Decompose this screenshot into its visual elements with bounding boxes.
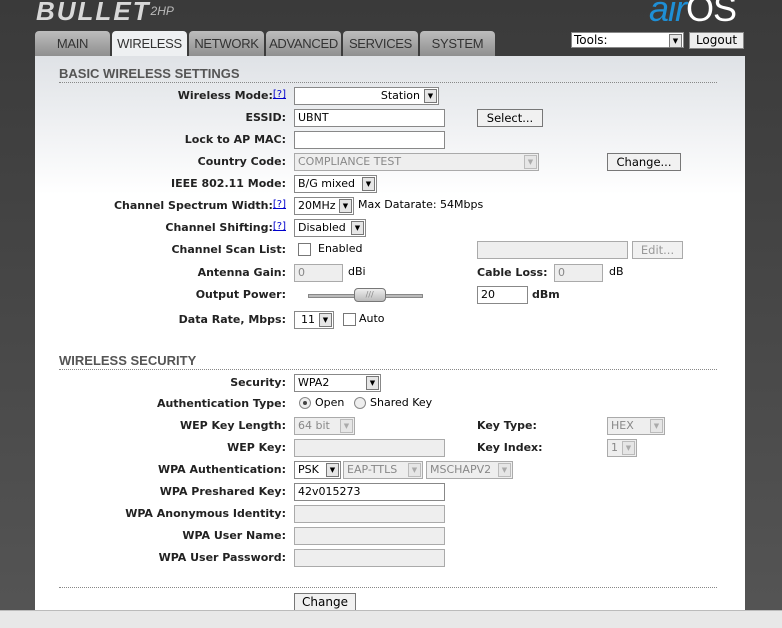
chevron-down-icon: ▼ — [319, 313, 332, 327]
change-country-button[interactable]: Change... — [607, 153, 681, 171]
tab-services[interactable]: SERVICES — [343, 31, 418, 56]
chevron-down-icon: ▼ — [408, 463, 421, 477]
chevron-down-icon: ▼ — [366, 376, 379, 390]
row-wep-length: WEP Key Length: 64 bit ▼ Key Type: HEX ▼ — [35, 417, 745, 435]
logout-button[interactable]: Logout — [689, 32, 744, 49]
row-ieee-mode: IEEE 802.11 Mode: B/G mixed ▼ — [35, 175, 745, 193]
help-link[interactable]: [?] — [273, 199, 286, 210]
wpa-preshared-key-input[interactable]: 42v015273 — [294, 483, 445, 501]
divider — [59, 572, 717, 588]
bullet-logo: BULLET2HP — [36, 0, 174, 26]
wpa-user-name-input[interactable] — [294, 527, 445, 545]
antenna-gain-input[interactable]: 0 — [294, 264, 343, 282]
change-button[interactable]: Change — [294, 593, 356, 611]
chevron-down-icon: ▼ — [524, 155, 537, 169]
key-type-select[interactable]: HEX ▼ — [607, 417, 665, 435]
wep-key-length-select[interactable]: 64 bit ▼ — [294, 417, 355, 435]
country-code-select[interactable]: COMPLIANCE TEST ▼ — [294, 153, 539, 171]
row-psk: WPA Preshared Key: 42v015273 — [35, 483, 745, 501]
ieee-mode-select[interactable]: B/G mixed ▼ — [294, 175, 377, 193]
row-essid: ESSID: UBNT Select... — [35, 109, 745, 127]
row-country: Country Code: COMPLIANCE TEST ▼ Change... — [35, 153, 745, 171]
select-essid-button[interactable]: Select... — [477, 109, 543, 127]
lock-ap-mac-input[interactable] — [294, 131, 445, 149]
auto-rate-checkbox[interactable] — [343, 313, 356, 326]
wpa-auth-select[interactable]: PSK ▼ — [294, 461, 341, 479]
tools-select[interactable]: Tools: ▼ — [571, 32, 684, 48]
wpa-user-password-input[interactable] — [294, 549, 445, 567]
chevron-down-icon: ▼ — [339, 199, 352, 213]
cable-loss-input[interactable]: 0 — [554, 264, 603, 282]
scan-list-checkbox[interactable] — [298, 243, 311, 256]
slider-thumb[interactable]: /// — [353, 288, 386, 302]
key-index-select[interactable]: 1 ▼ — [607, 439, 637, 457]
inner-auth-select[interactable]: MSCHAPV2 ▼ — [426, 461, 513, 479]
max-datarate-text: Max Datarate: 54Mbps — [358, 198, 484, 211]
tab-advanced[interactable]: ADVANCED — [266, 31, 341, 56]
row-wep-key: WEP Key: Key Index: 1 ▼ — [35, 439, 745, 457]
tab-main[interactable]: MAIN — [35, 31, 110, 56]
tab-system[interactable]: SYSTEM — [420, 31, 495, 56]
chevron-down-icon: ▼ — [351, 221, 364, 235]
content-panel: BASIC WIRELESS SETTINGS Wireless Mode:[?… — [35, 56, 745, 611]
chevron-down-icon: ▼ — [669, 34, 682, 48]
chevron-down-icon: ▼ — [650, 419, 663, 433]
help-link[interactable]: [?] — [273, 221, 286, 232]
chevron-down-icon: ▼ — [362, 177, 375, 191]
anonymous-identity-input[interactable] — [294, 505, 445, 523]
status-bar — [0, 610, 782, 628]
wireless-mode-select[interactable]: Station ▼ — [294, 87, 439, 105]
section-title-basic: BASIC WIRELESS SETTINGS — [59, 66, 717, 83]
security-select[interactable]: WPA2 ▼ — [294, 374, 381, 392]
edit-scan-list-button[interactable]: Edit... — [632, 241, 683, 259]
spectrum-width-select[interactable]: 20MHz ▼ — [294, 197, 354, 215]
row-wpa-auth: WPA Authentication: PSK ▼ EAP-TTLS ▼ MSCHA… — [35, 461, 745, 479]
chevron-down-icon: ▼ — [622, 441, 635, 455]
auth-shared-key-radio[interactable] — [354, 397, 366, 409]
row-pass: WPA User Password: — [35, 549, 745, 567]
airos-logo: airOS — [648, 0, 737, 29]
wep-key-input[interactable] — [294, 439, 445, 457]
row-antenna: Antenna Gain: 0 dBi Cable Loss: 0 dB — [35, 264, 745, 282]
tab-network[interactable]: NETWORK — [189, 31, 264, 56]
row-anon: WPA Anonymous Identity: — [35, 505, 745, 523]
row-wireless-mode: Wireless Mode:[?] Station ▼ — [35, 87, 745, 105]
auth-open-radio[interactable] — [299, 397, 311, 409]
output-power-input[interactable]: 20 — [477, 286, 528, 304]
chevron-down-icon: ▼ — [498, 463, 511, 477]
row-scan-list: Channel Scan List: Enabled Edit... — [35, 241, 745, 259]
chevron-down-icon: ▼ — [424, 89, 437, 103]
essid-input[interactable]: UBNT — [294, 109, 445, 127]
row-output-power: Output Power: /// 20 dBm — [35, 286, 745, 304]
tab-wireless[interactable]: WIRELESS — [112, 31, 187, 57]
row-user: WPA User Name: — [35, 527, 745, 545]
channel-shifting-select[interactable]: Disabled ▼ — [294, 219, 366, 237]
row-auth-type: Authentication Type: Open Shared Key — [156, 396, 433, 410]
row-data-rate: Data Rate, Mbps: 11 ▼ Auto — [35, 311, 745, 329]
section-title-security: WIRELESS SECURITY — [59, 353, 717, 370]
data-rate-select[interactable]: 11 ▼ — [294, 311, 334, 329]
scan-list-input[interactable] — [477, 241, 628, 259]
eap-method-select[interactable]: EAP-TTLS ▼ — [343, 461, 423, 479]
help-link[interactable]: [?] — [273, 89, 286, 100]
main-tabs: MAIN WIRELESS NETWORK ADVANCED SERVICES … — [35, 31, 495, 57]
row-spectrum: Channel Spectrum Width:[?] 20MHz ▼ Max Da… — [35, 197, 745, 215]
row-shifting: Channel Shifting:[?] Disabled ▼ — [35, 219, 745, 237]
chevron-down-icon: ▼ — [326, 463, 339, 477]
row-security: Security: WPA2 ▼ — [35, 374, 745, 392]
chevron-down-icon: ▼ — [340, 419, 353, 433]
row-lock-ap: Lock to AP MAC: — [35, 131, 745, 149]
